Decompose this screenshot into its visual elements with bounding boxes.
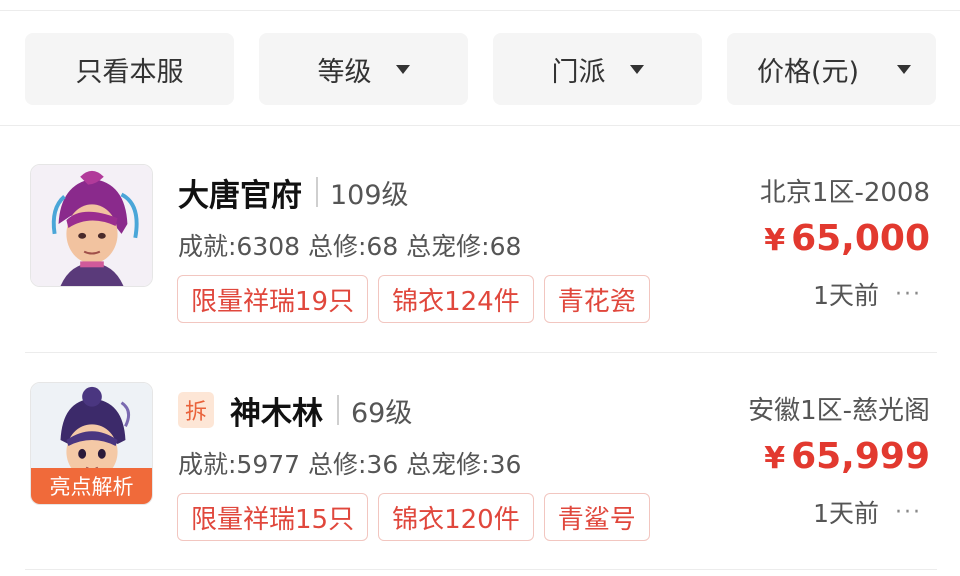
listing-time: 1天前 [813, 281, 880, 310]
character-school-name: 大唐官府 [178, 177, 302, 214]
feature-tags: 限量祥瑞15只 锦衣120件 青鲨号 [177, 493, 650, 541]
highlight-analysis-tag[interactable]: 亮点解析 [31, 468, 152, 504]
currency-symbol: ¥ [764, 441, 786, 476]
character-avatar [30, 164, 153, 287]
filter-price-dropdown[interactable]: 价格(元) [727, 33, 936, 105]
feature-tag: 限量祥瑞19只 [177, 275, 369, 323]
listing-title-row: 大唐官府 109级 [178, 170, 409, 214]
filter-school-dropdown[interactable]: 门派 [493, 33, 702, 105]
currency-symbol: ¥ [764, 223, 786, 258]
character-stats: 成就:6308 总修:68 总宠修:68 [178, 232, 522, 261]
listing-time-row: 1天前 ··· [813, 494, 922, 530]
filter-same-server-label: 只看本服 [75, 56, 184, 88]
feature-tag: 青花瓷 [543, 275, 650, 323]
split-badge: 拆 [178, 392, 214, 428]
server-name: 安徽1区-慈光阁 [748, 396, 930, 426]
dropdown-caret-icon [629, 64, 644, 74]
filter-level-label: 等级 [317, 56, 372, 88]
more-dots-icon[interactable]: ··· [895, 500, 922, 525]
filter-school-label: 门派 [551, 56, 606, 88]
feature-tag: 锦衣124件 [378, 275, 534, 323]
dropdown-caret-icon [395, 64, 410, 74]
price-value: 65,999 [791, 436, 930, 477]
price: ¥65,000 [764, 218, 930, 259]
divider [25, 352, 937, 353]
title-separator [316, 177, 318, 207]
character-school-name: 神木林 [230, 395, 323, 432]
server-name: 北京1区-2008 [759, 178, 930, 208]
character-level: 109级 [330, 179, 409, 211]
character-avatar: 亮点解析 [30, 382, 153, 505]
feature-tag: 锦衣120件 [378, 493, 534, 541]
filter-bar: 只看本服 等级 门派 价格(元) [0, 33, 960, 105]
character-stats: 成就:5977 总修:36 总宠修:36 [178, 450, 522, 479]
feature-tags: 限量祥瑞19只 锦衣124件 青花瓷 [177, 275, 650, 323]
filter-same-server[interactable]: 只看本服 [25, 33, 234, 105]
feature-tag: 限量祥瑞15只 [177, 493, 369, 541]
more-dots-icon[interactable]: ··· [895, 282, 922, 307]
filter-level-dropdown[interactable]: 等级 [259, 33, 468, 105]
character-level: 69级 [351, 397, 413, 429]
price: ¥65,999 [764, 436, 930, 477]
divider [25, 569, 937, 570]
listing-time-row: 1天前 ··· [813, 276, 922, 312]
price-value: 65,000 [791, 218, 930, 259]
dropdown-caret-icon [897, 64, 912, 74]
top-divider [0, 10, 960, 11]
filter-price-label: 价格(元) [757, 56, 860, 88]
divider [0, 125, 960, 126]
listing-item[interactable]: 亮点解析 拆 神木林 69级 成就:5977 总修:36 总宠修:36 限量祥瑞… [0, 378, 960, 576]
listing-time: 1天前 [813, 499, 880, 528]
listing-item[interactable]: 大唐官府 109级 成就:6308 总修:68 总宠修:68 限量祥瑞19只 锦… [0, 160, 960, 360]
character-portrait-image [31, 165, 152, 286]
feature-tag: 青鲨号 [543, 493, 650, 541]
listing-title-row: 拆 神木林 69级 [178, 388, 412, 432]
title-separator [337, 395, 339, 425]
